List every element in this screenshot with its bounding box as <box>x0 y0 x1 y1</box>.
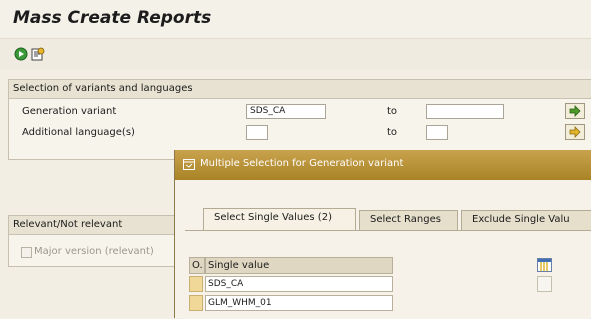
relevance-section-title: Relevant/Not relevant <box>13 219 123 230</box>
major-version-label: Major version (relevant) <box>34 246 154 257</box>
selection-section-header: Selection of variants and languages <box>9 80 591 99</box>
additional-language-to-label: to <box>387 127 398 138</box>
grid-header-option[interactable]: O. <box>189 257 205 274</box>
execute-icon[interactable] <box>14 47 28 61</box>
relevance-section-header: Relevant/Not relevant <box>9 216 174 235</box>
tab-select-ranges[interactable]: Select Ranges <box>359 210 458 230</box>
additional-language-field[interactable] <box>246 125 268 140</box>
selection-section-title: Selection of variants and languages <box>13 83 193 94</box>
table-row: SDS_CA <box>189 276 394 293</box>
grid-scrollbar[interactable] <box>537 276 552 292</box>
arrow-right-yellow-icon <box>569 126 581 138</box>
arrow-right-green-icon <box>569 105 581 117</box>
page-title: Mass Create Reports <box>13 8 212 28</box>
application-toolbar <box>0 39 591 69</box>
single-value-cell[interactable]: GLM_WHM_01 <box>205 295 393 311</box>
selection-section: Selection of variants and languages <box>8 79 591 160</box>
variant-icon[interactable] <box>31 47 45 61</box>
tab-select-single-values[interactable]: Select Single Values (2) <box>203 208 356 230</box>
major-version-checkbox[interactable] <box>21 247 32 258</box>
dialog-window-icon <box>183 159 195 170</box>
table-row: GLM_WHM_01 <box>189 295 394 312</box>
generation-variant-to-label: to <box>387 106 398 117</box>
generation-variant-label: Generation variant <box>22 106 117 117</box>
grid-header-single-value[interactable]: Single value <box>205 257 393 274</box>
row-select-cell[interactable] <box>189 295 203 311</box>
generation-variant-to-field[interactable] <box>426 104 504 119</box>
additional-language-to-field[interactable] <box>426 125 448 140</box>
multiple-selection-dialog: Multiple Selection for Generation varian… <box>174 150 591 319</box>
title-bar: Mass Create Reports <box>0 0 591 39</box>
dialog-title: Multiple Selection for Generation varian… <box>200 158 404 169</box>
dialog-title-bar[interactable]: Multiple Selection for Generation varian… <box>175 150 591 180</box>
additional-language-multiple-selection-button[interactable] <box>565 124 585 140</box>
generation-variant-multiple-selection-button[interactable] <box>565 103 585 119</box>
single-value-cell[interactable]: SDS_CA <box>205 276 393 292</box>
relevance-section: Relevant/Not relevant Major version (rel… <box>8 215 175 267</box>
table-settings-icon[interactable] <box>537 258 552 272</box>
tab-exclude-single-values[interactable]: Exclude Single Valu <box>461 210 591 230</box>
additional-language-label: Additional language(s) <box>22 127 135 138</box>
generation-variant-field[interactable]: SDS_CA <box>246 104 326 119</box>
row-select-cell[interactable] <box>189 276 203 292</box>
